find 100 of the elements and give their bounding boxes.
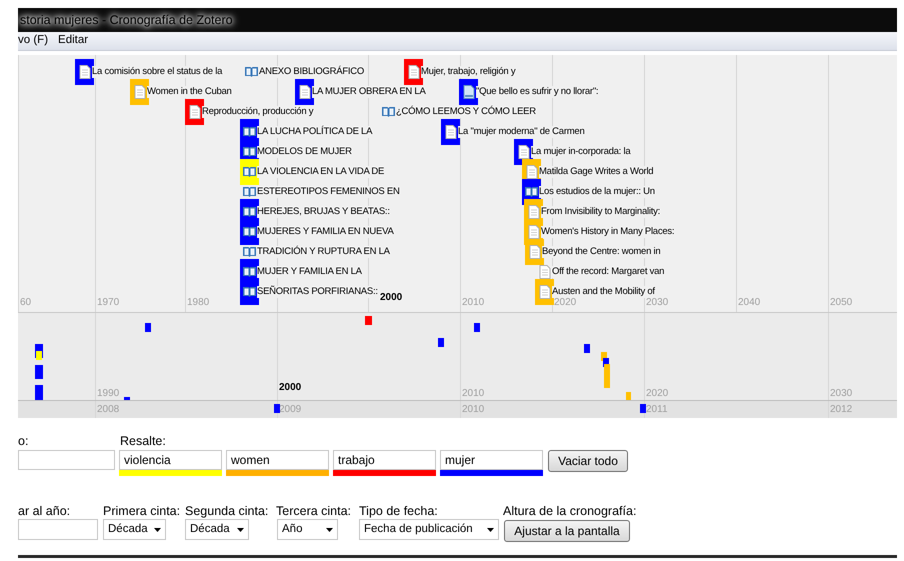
fit-to-screen-button[interactable]: Ajustar a la pantalla (504, 520, 630, 542)
year-label: 2020 (554, 298, 576, 308)
book-icon (242, 126, 257, 138)
overview-marker[interactable] (604, 364, 610, 388)
event-title[interactable]: SEÑORITAS PORFIRIANAS:: (257, 286, 378, 298)
event-title[interactable]: MUJERES Y FAMILIA EN NUEVA (257, 226, 394, 238)
event-title[interactable]: ¿CÓMO LEEMOS Y CÓMO LEER (396, 106, 536, 118)
document-icon (538, 285, 550, 299)
year-field[interactable] (18, 519, 98, 540)
event-title[interactable]: Austen and the Mobility of (552, 286, 655, 298)
event-title[interactable]: TRADICIÓN Y RUPTURA EN LA (257, 246, 390, 258)
event-title[interactable]: La comisión sobre el status de la (92, 66, 222, 78)
overview-marker[interactable] (35, 365, 43, 379)
event-title[interactable]: "Que bello es sufrir y no llorar": (476, 86, 598, 98)
overview-marker[interactable] (584, 344, 590, 353)
clear-all-button[interactable]: Vaciar todo (548, 450, 628, 472)
year-label: 2010 (462, 405, 484, 415)
year-label: 2010 (462, 298, 484, 308)
event-title[interactable]: From Invisibility to Marginality: (541, 206, 660, 218)
overview-marker[interactable] (35, 385, 43, 400)
event-title[interactable]: ANEXO BIBLIOGRÁFICO (259, 66, 364, 78)
event-title[interactable]: LA MUJER OBRERA EN LA (312, 86, 426, 98)
dropdown[interactable]: Año (277, 519, 338, 540)
field-label: ar al año: (18, 503, 70, 520)
year-label: 1990 (97, 389, 120, 399)
book-icon (242, 246, 257, 258)
event-title[interactable]: Women in the Cuban (147, 86, 232, 98)
event-title[interactable]: Off the record: Margaret van (552, 266, 664, 278)
document-icon (528, 225, 540, 239)
highlight-field[interactable]: women (226, 450, 329, 470)
year-label: 2050 (830, 298, 852, 308)
book-icon (242, 286, 257, 298)
window-title: storia mujeres - Cronografía de Zotero (18, 10, 233, 30)
document-icon (134, 85, 146, 99)
event-title[interactable]: HEREJES, BRUJAS Y BEATAS:: (257, 206, 390, 218)
field-label: Segunda cinta: (185, 503, 268, 520)
timeline-band[interactable] (18, 55, 897, 312)
year-label: 2008 (97, 405, 120, 415)
event-title[interactable]: La mujer in-corporada: la (531, 146, 630, 158)
overview-marker[interactable] (626, 392, 631, 400)
event-title[interactable]: ESTEREOTIPOS FEMENINOS EN (257, 186, 400, 198)
book-icon (381, 106, 396, 118)
overview-marker[interactable] (274, 404, 280, 413)
document-icon (526, 165, 538, 179)
event-title[interactable]: Reproducción, producción y (202, 106, 314, 118)
caret-icon (487, 528, 494, 532)
highlight-field[interactable]: trabajo (333, 450, 436, 470)
year-label: 2040 (738, 298, 760, 308)
dropdown[interactable]: Década (185, 519, 249, 540)
dropdown[interactable]: Década (103, 519, 166, 540)
field-label: o: (18, 433, 28, 450)
document-icon (78, 65, 90, 79)
document-icon (444, 125, 456, 139)
year-label: 1970 (97, 298, 120, 308)
field-label: Primera cinta: (103, 503, 180, 520)
web-page-icon (462, 85, 474, 99)
year-label: 2000 (279, 383, 302, 393)
overview-marker[interactable] (365, 316, 372, 325)
document-icon (188, 105, 200, 119)
overview-marker[interactable] (145, 323, 151, 332)
book-icon (242, 226, 257, 238)
year-label: 2000 (380, 293, 402, 303)
year-label: 2030 (646, 298, 668, 308)
overview-marker[interactable] (438, 338, 444, 347)
event-title[interactable]: LA VIOLENCIA EN LA VIDA DE (257, 166, 384, 178)
input-field[interactable] (18, 450, 115, 470)
event-title[interactable]: Matilda Gage Writes a World (539, 166, 654, 178)
book-icon (242, 166, 257, 178)
event-title[interactable]: Women's History in Many Places: (541, 226, 674, 238)
document-icon (528, 205, 540, 219)
menu-item[interactable]: vo (F) (18, 32, 48, 50)
book-icon (242, 206, 257, 218)
overview-marker[interactable] (474, 323, 480, 332)
overview-marker[interactable] (124, 397, 130, 400)
event-title[interactable]: Beyond the Centre: women in (542, 246, 660, 258)
event-title[interactable]: La "mujer moderna" de Carmen (458, 126, 584, 138)
field-label: Altura de la cronografía: (503, 503, 636, 520)
book-icon (242, 146, 257, 158)
event-title[interactable]: Mujer, trabajo, religión y (421, 66, 516, 78)
dropdown[interactable]: Fecha de publicación (359, 519, 499, 540)
year-label: 2009 (279, 405, 302, 415)
event-title[interactable]: MUJER Y FAMILIA EN LA (257, 266, 362, 278)
event-title[interactable]: MODELOS DE MUJER (257, 146, 352, 158)
event-title[interactable]: Los estudios de la mujer:: Un (539, 186, 655, 198)
field-label: Tercera cinta: (276, 503, 352, 520)
year-label: 2030 (830, 389, 852, 399)
book-icon (242, 266, 257, 278)
caret-icon (326, 528, 333, 532)
caret-icon (237, 528, 244, 532)
menu-item[interactable]: Editar (58, 32, 88, 50)
overview-marker[interactable] (640, 404, 646, 413)
year-label: 2011 (646, 405, 668, 415)
highlight-field[interactable]: violencia (119, 450, 222, 470)
document-icon (518, 145, 530, 159)
book-icon (242, 186, 257, 198)
event-title[interactable]: LA LUCHA POLÍTICA DE LA (257, 126, 372, 138)
highlight-field[interactable]: mujer (440, 450, 543, 470)
book-icon (244, 66, 259, 78)
year-label: 60 (20, 298, 32, 308)
document-icon (538, 265, 550, 279)
